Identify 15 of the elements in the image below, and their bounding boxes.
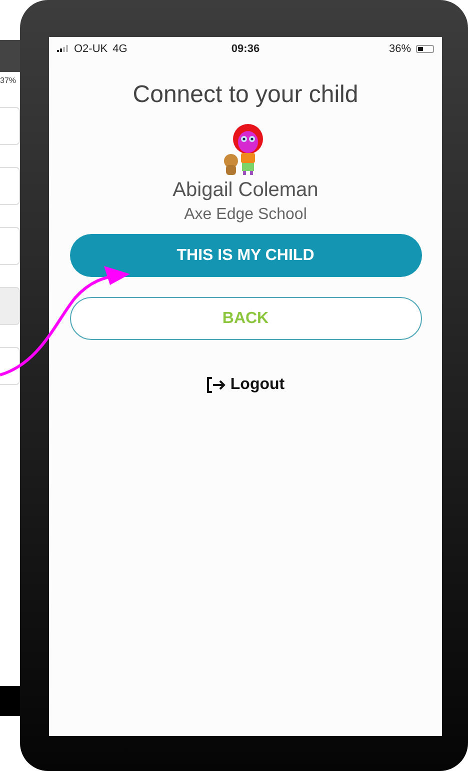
logout-button[interactable]: Logout xyxy=(206,376,285,394)
child-name: Abigail Coleman xyxy=(172,179,318,202)
bottom-bar xyxy=(0,686,20,716)
carrier-name: O2-UK xyxy=(74,42,108,54)
battery-percentage: 36% xyxy=(388,42,411,54)
logout-icon xyxy=(206,376,226,394)
page-title: Connect to your child xyxy=(132,81,358,109)
network-type: 4G xyxy=(112,42,128,54)
school-name: Axe Edge School xyxy=(184,206,307,224)
status-time: 09:36 xyxy=(231,42,260,54)
battery-percentage: 37% xyxy=(0,75,18,85)
signal-icon xyxy=(57,45,69,52)
confirm-child-button[interactable]: THIS IS MY CHILD xyxy=(70,234,422,277)
back-button[interactable]: BACK xyxy=(70,297,422,340)
battery-icon xyxy=(416,44,434,52)
